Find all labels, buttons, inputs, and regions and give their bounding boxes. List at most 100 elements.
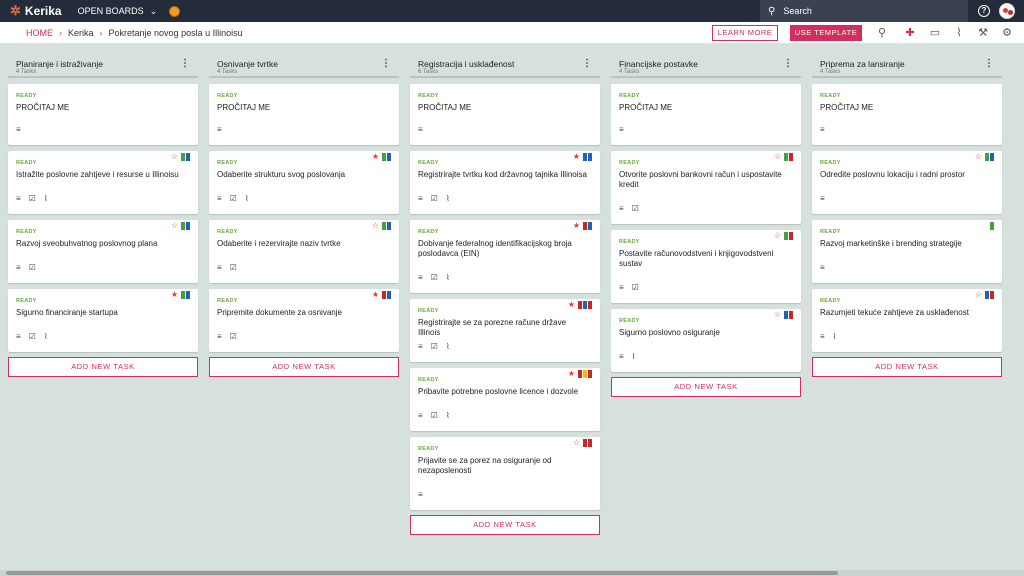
breadcrumb-home[interactable]: HOME <box>26 28 53 38</box>
attachment-icon[interactable]: ⌇ <box>952 26 966 40</box>
task-card[interactable]: ☆ READY Otvorite poslovni bankovni račun i… <box>611 151 801 224</box>
star-icon[interactable]: ☆ <box>171 153 178 161</box>
task-card[interactable]: ★ READY Sigurno financiranje startupa ≡ ☑ ⌇ <box>8 289 198 352</box>
task-card[interactable]: ☆ READY Prijavite se za porez na osiguranj… <box>410 437 600 510</box>
star-icon[interactable]: ☆ <box>372 222 379 230</box>
column-menu-icon[interactable]: ⋮ <box>783 58 793 69</box>
tag-flag-icon <box>181 222 185 230</box>
card-status: READY <box>16 298 37 304</box>
task-card[interactable]: ☆ READY Postavite računovodstveni i knjigo… <box>611 230 801 303</box>
task-card[interactable]: ☆ READY Odredite poslovnu lokaciju i radni… <box>812 151 1002 214</box>
star-icon[interactable]: ☆ <box>975 291 982 299</box>
task-card[interactable]: ☆ READY Razumjeti tekuće zahtjeve za uskla… <box>812 289 1002 352</box>
add-new-task-button[interactable]: ADD NEW TASK <box>8 357 198 377</box>
card-icons: ≡ ⌇ <box>619 352 644 361</box>
star-icon[interactable]: ☆ <box>573 439 580 447</box>
card-icons: ≡ <box>418 490 431 499</box>
column-header[interactable]: Planiranje i istraživanje 4 Tasks ⋮ <box>8 56 198 78</box>
card-title: Pripremite dokumente za osnivanje <box>217 308 342 317</box>
star-icon[interactable]: ★ <box>568 301 575 309</box>
task-card[interactable]: READY PROČITAJ ME ≡ <box>8 84 198 145</box>
star-icon[interactable]: ★ <box>372 291 379 299</box>
star-icon[interactable]: ★ <box>573 153 580 161</box>
star-icon[interactable]: ★ <box>372 153 379 161</box>
column-header[interactable]: Financijske postavke 4 Tasks ⋮ <box>611 56 801 78</box>
card-flags: ★ <box>372 153 391 161</box>
column-header[interactable]: Osnivanje tvrtke 4 Tasks ⋮ <box>209 56 399 78</box>
search-icon[interactable]: ⚲ <box>875 26 889 40</box>
task-card[interactable]: ☆ READY Sigurno poslovno osiguranje ≡ ⌇ <box>611 309 801 372</box>
task-card[interactable]: READY PROČITAJ ME ≡ <box>410 84 600 145</box>
attachment-icon: ⌇ <box>631 352 636 361</box>
card-title: Razvoj marketinške i brending strategije <box>820 239 962 248</box>
card-icons: ≡ ☑ ⌇ <box>418 342 458 351</box>
card-status: READY <box>16 160 37 166</box>
scrollbar-thumb[interactable] <box>6 571 838 575</box>
add-new-task-button[interactable]: ADD NEW TASK <box>209 357 399 377</box>
help-icon[interactable]: ? <box>978 5 990 17</box>
task-card[interactable]: READY Razvoj marketinške i brending strat… <box>812 220 1002 283</box>
add-new-task-button[interactable]: ADD NEW TASK <box>812 357 1002 377</box>
card-title: Registrirajte tvrtku kod državnog tajnik… <box>418 170 587 179</box>
column-title: Osnivanje tvrtke <box>217 59 278 69</box>
task-card[interactable]: READY PROČITAJ ME ≡ <box>611 84 801 145</box>
kerika-logo[interactable]: ✲ Kerika <box>10 3 62 19</box>
checklist-icon: ☑ <box>430 411 438 420</box>
gear-icon[interactable]: ⚙ <box>1000 26 1014 40</box>
top-bar: ✲ Kerika OPEN BOARDS ⌄ ⚲ Search ? <box>0 0 1024 22</box>
column-title: Financijske postavke <box>619 59 698 69</box>
learn-more-button[interactable]: LEARN MORE <box>712 25 778 41</box>
task-card[interactable]: ★ READY Dobivanje federalnog identifikacij… <box>410 220 600 293</box>
column-menu-icon[interactable]: ⋮ <box>582 58 592 69</box>
open-boards-menu[interactable]: OPEN BOARDS ⌄ <box>78 6 158 17</box>
task-card[interactable]: ★ READY Pripremite dokumente za osnivanje ≡… <box>209 289 399 352</box>
tag-flag-icon <box>387 222 391 230</box>
tag-flag-icon <box>789 153 793 161</box>
task-card[interactable]: READY PROČITAJ ME ≡ <box>209 84 399 145</box>
task-card[interactable]: ★ READY Pribavite potrebne poslovne licenc… <box>410 368 600 431</box>
star-icon[interactable]: ☆ <box>774 232 781 240</box>
column-menu-icon[interactable]: ⋮ <box>381 58 391 69</box>
card-status: READY <box>217 160 238 166</box>
wrench-icon[interactable]: ⚒ <box>976 26 990 40</box>
use-template-button[interactable]: USE TEMPLATE <box>790 25 862 41</box>
search-bar[interactable]: ⚲ Search <box>760 0 968 22</box>
column-header[interactable]: Registracija i usklađenost 6 Tasks ⋮ <box>410 56 600 78</box>
card-title: Prijavite se za porez na osiguranje od n… <box>418 456 552 475</box>
column: Financijske postavke 4 Tasks ⋮ READY PROČITA… <box>611 56 801 397</box>
card-icons: ≡ ☑ ⌇ <box>217 194 257 203</box>
checklist-icon: ☑ <box>28 194 36 203</box>
task-card[interactable]: ☆ READY Istražite poslovne zahtjeve i resu… <box>8 151 198 214</box>
basketball-icon[interactable] <box>169 5 181 17</box>
description-icon: ≡ <box>418 490 423 499</box>
star-icon[interactable]: ☆ <box>975 153 982 161</box>
add-person-icon[interactable]: ✚ <box>903 26 917 40</box>
column-menu-icon[interactable]: ⋮ <box>984 58 994 69</box>
task-card[interactable]: ☆ READY Odaberite i rezervirajte naziv tvr… <box>209 220 399 283</box>
task-card[interactable]: ★ READY Odaberite strukturu svog poslovanj… <box>209 151 399 214</box>
star-icon[interactable]: ★ <box>171 291 178 299</box>
star-icon[interactable]: ★ <box>573 222 580 230</box>
chat-icon[interactable]: ▭ <box>928 26 942 40</box>
task-card[interactable]: READY PROČITAJ ME ≡ <box>812 84 1002 145</box>
description-icon: ≡ <box>820 125 825 134</box>
star-icon[interactable]: ★ <box>568 370 575 378</box>
column-task-count: 4 Tasks <box>619 69 640 75</box>
add-new-task-button[interactable]: ADD NEW TASK <box>410 515 600 535</box>
checklist-icon: ☑ <box>28 332 36 341</box>
task-card[interactable]: ★ READY Registrirajte tvrtku kod državnog … <box>410 151 600 214</box>
task-card[interactable]: ★ READY Registrirajte se za porezne račune… <box>410 299 600 362</box>
breadcrumb-org[interactable]: Kerika <box>68 28 94 38</box>
add-new-task-button[interactable]: ADD NEW TASK <box>611 377 801 397</box>
star-icon[interactable]: ☆ <box>171 222 178 230</box>
star-icon[interactable]: ☆ <box>774 311 781 319</box>
kerika-logo-icon: ✲ <box>10 3 21 18</box>
column-header[interactable]: Priprema za lansiranje 4 Tasks ⋮ <box>812 56 1002 78</box>
logo-text: Kerika <box>24 4 62 18</box>
column-menu-icon[interactable]: ⋮ <box>180 58 190 69</box>
star-icon[interactable]: ☆ <box>774 153 781 161</box>
avatar[interactable] <box>999 3 1015 19</box>
horizontal-scrollbar[interactable] <box>0 570 1024 576</box>
task-card[interactable]: ☆ READY Razvoj sveobuhvatnog poslovnog pla… <box>8 220 198 283</box>
card-flags: ☆ <box>774 153 793 161</box>
